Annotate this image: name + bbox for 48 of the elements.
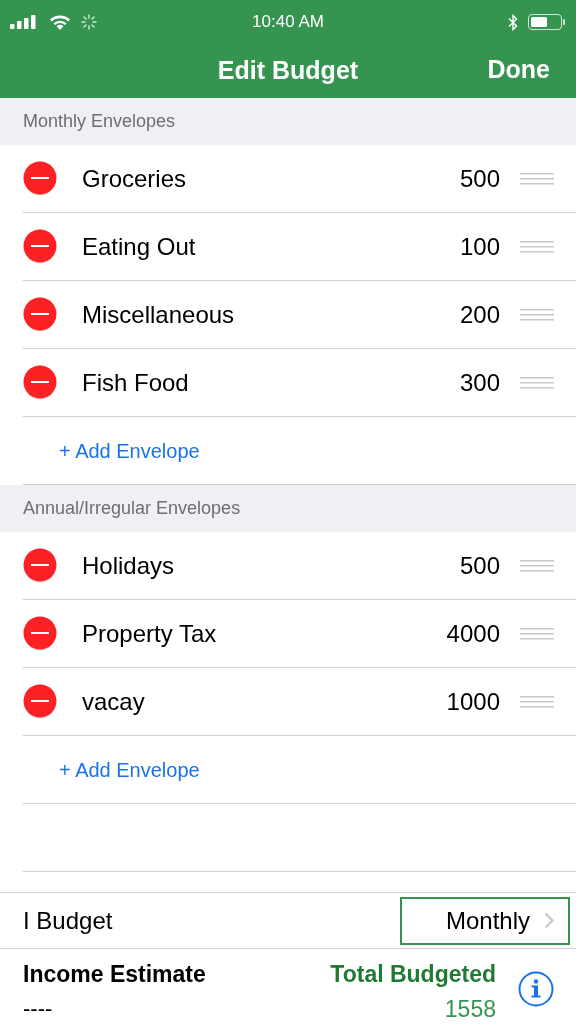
envelope-amount: 1000 <box>446 686 500 717</box>
delete-icon[interactable] <box>23 615 57 652</box>
reorder-handle-icon[interactable] <box>520 172 554 185</box>
envelope-amount: 200 <box>459 299 500 330</box>
section-header: Annual/Irregular Envelopes <box>23 497 241 520</box>
delete-icon[interactable] <box>23 683 57 720</box>
spinner-icon <box>81 14 97 30</box>
battery-icon <box>528 13 566 31</box>
envelope-amount: 500 <box>459 163 500 194</box>
delete-icon[interactable] <box>23 296 57 333</box>
done-button[interactable]: Done <box>487 51 550 89</box>
envelope-amount: 4000 <box>446 618 500 649</box>
nav-title: Edit Budget <box>217 55 359 87</box>
delete-icon[interactable] <box>23 160 57 197</box>
envelope-amount: 500 <box>459 550 500 581</box>
envelope-amount: 100 <box>459 231 500 262</box>
reorder-handle-icon[interactable] <box>520 559 554 572</box>
signal-icon <box>10 15 36 29</box>
delete-icon[interactable] <box>23 364 57 401</box>
add-envelope-link[interactable]: + Add Envelope <box>59 435 200 466</box>
reorder-handle-icon[interactable] <box>520 240 554 253</box>
envelope-name: Holidays <box>82 550 175 581</box>
info-icon[interactable] <box>518 971 554 1007</box>
budget-period-label: I Budget <box>23 905 113 936</box>
bluetooth-icon <box>508 13 518 31</box>
reorder-handle-icon[interactable] <box>520 308 554 321</box>
delete-icon[interactable] <box>23 228 57 265</box>
period-selector[interactable]: Monthly <box>400 896 570 945</box>
wifi-icon <box>49 14 71 30</box>
total-budgeted-value: 1558 <box>444 994 496 1024</box>
envelope-name: Eating Out <box>82 231 196 262</box>
envelope-name: Fish Food <box>82 367 189 398</box>
envelope-name: Property Tax <box>82 618 217 649</box>
total-budgeted-label: Total Budgeted <box>330 960 496 989</box>
reorder-handle-icon[interactable] <box>520 376 554 389</box>
status-time: 10:40 AM <box>252 11 324 34</box>
reorder-handle-icon[interactable] <box>520 695 554 708</box>
envelope-name: Groceries <box>82 163 187 194</box>
reorder-handle-icon[interactable] <box>520 627 554 640</box>
add-envelope-link[interactable]: + Add Envelope <box>59 754 200 785</box>
envelope-name: Miscellaneous <box>82 299 235 330</box>
section-header: Monthly Envelopes <box>23 110 176 133</box>
income-estimate-value: ---- <box>23 994 54 1023</box>
delete-icon[interactable] <box>23 547 57 584</box>
income-estimate-label: Income Estimate <box>23 960 206 989</box>
chevron-icon <box>544 912 554 929</box>
envelope-name: vacay <box>82 686 145 717</box>
envelope-amount: 300 <box>459 367 500 398</box>
